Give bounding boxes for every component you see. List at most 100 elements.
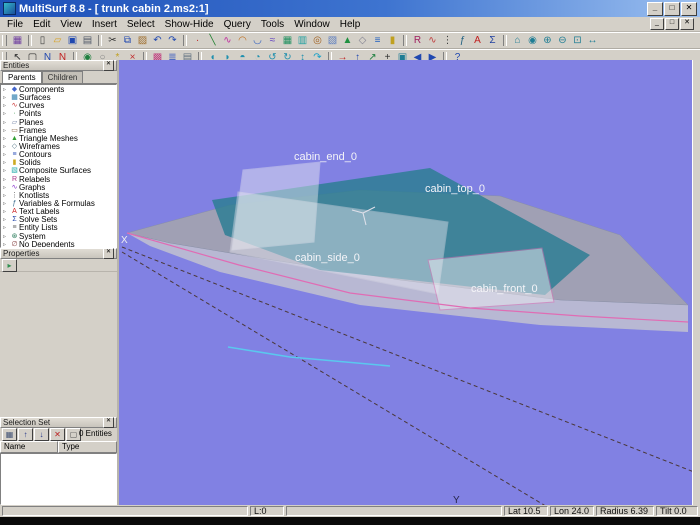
solve-set-icon[interactable]: Σ	[485, 34, 500, 47]
cabin-front-label[interactable]: cabin_front_0	[471, 283, 538, 295]
menu-item[interactable]: Help	[335, 18, 366, 31]
selection-list[interactable]	[0, 453, 117, 505]
entity-type-icon: ⋮	[10, 192, 19, 200]
expander-icon[interactable]: ▹	[3, 151, 10, 159]
expander-icon[interactable]: ▹	[3, 241, 10, 248]
save-icon[interactable]: ▣	[65, 34, 80, 47]
expander-icon[interactable]: ▹	[3, 94, 10, 102]
helix-icon[interactable]: ≈	[265, 34, 280, 47]
tree-item[interactable]: ▹ ∅ No Dependents	[1, 241, 116, 248]
column-header-type[interactable]: Type	[58, 441, 117, 453]
entity-type-icon: ≡	[10, 151, 19, 159]
selection-set-close-icon[interactable]: ✕	[103, 417, 114, 428]
revolution-surface-icon[interactable]: ◎	[310, 34, 325, 47]
expander-icon[interactable]: ▹	[3, 208, 10, 216]
menu-item[interactable]: Query	[219, 18, 256, 31]
expander-icon[interactable]: ▹	[3, 176, 10, 184]
expander-icon[interactable]: ▹	[3, 200, 10, 208]
ruled-surface-icon[interactable]: ▥	[295, 34, 310, 47]
graph-icon[interactable]: ∿	[425, 34, 440, 47]
zoom-out-icon[interactable]: ⊖	[555, 34, 570, 47]
entities-close-icon[interactable]: ✕	[103, 60, 114, 71]
redo-icon[interactable]: ↷	[165, 34, 180, 47]
eye-icon[interactable]: ◉	[525, 34, 540, 47]
properties-pin-icon[interactable]: ▸	[2, 259, 17, 272]
expander-icon[interactable]: ▹	[3, 86, 10, 94]
mdi-minimize-button[interactable]: _	[650, 18, 664, 30]
status-bar: L:0 Lat 10.5 Lon 24.0 Radius 6.39 Tilt 0…	[0, 505, 700, 517]
blend-surface-icon[interactable]: ▧	[325, 34, 340, 47]
menu-item[interactable]: View	[55, 18, 87, 31]
knotlist-icon[interactable]: ⋮	[440, 34, 455, 47]
maximize-button[interactable]: □	[664, 2, 680, 16]
expander-icon[interactable]: ▹	[3, 184, 10, 192]
ccurve-icon[interactable]: ◠	[235, 34, 250, 47]
solid-icon[interactable]: ▮	[385, 34, 400, 47]
zoom-window-icon[interactable]: ⊡	[570, 34, 585, 47]
remove-icon[interactable]: ✕	[50, 428, 65, 441]
expander-icon[interactable]: ▹	[3, 119, 10, 127]
paste-icon[interactable]: ▨	[135, 34, 150, 47]
mdi-restore-button[interactable]: □	[665, 18, 679, 30]
close-button[interactable]: ✕	[681, 2, 697, 16]
properties-close-icon[interactable]: ✕	[103, 248, 114, 259]
minimize-button[interactable]: _	[647, 2, 663, 16]
tab-parents[interactable]: Parents	[2, 71, 42, 83]
arc-icon[interactable]: ◡	[250, 34, 265, 47]
expander-icon[interactable]: ▹	[3, 110, 10, 118]
selection-list-icon[interactable]: ▦	[2, 428, 17, 441]
menu-item[interactable]: Insert	[87, 18, 122, 31]
move-down-icon[interactable]: ↓	[34, 428, 49, 441]
expander-icon[interactable]: ▹	[3, 159, 10, 167]
screen-bottom-strip	[0, 517, 700, 525]
menu-item[interactable]: Edit	[28, 18, 55, 31]
pan-icon[interactable]: ↔	[585, 34, 600, 47]
home-view-icon[interactable]: ⌂	[510, 34, 525, 47]
zoom-in-icon[interactable]: ⊕	[540, 34, 555, 47]
menu-item[interactable]: Window	[289, 18, 335, 31]
surface-icon[interactable]: ▦	[280, 34, 295, 47]
open-folder-icon[interactable]: ▱	[50, 34, 65, 47]
new-file-icon[interactable]: ▯	[35, 34, 50, 47]
line-icon[interactable]: ╲	[205, 34, 220, 47]
cut-icon[interactable]: ✂	[105, 34, 120, 47]
tree-item-label: No Dependents	[19, 241, 75, 248]
menu-item[interactable]: Show-Hide	[160, 18, 219, 31]
menu-item[interactable]: Select	[122, 18, 160, 31]
entity-grid-icon[interactable]: ▦	[10, 34, 25, 47]
expander-icon[interactable]: ▹	[3, 102, 10, 110]
expander-icon[interactable]: ▹	[3, 127, 10, 135]
selection-column-headers: Name Type	[0, 441, 117, 453]
tab-children[interactable]: Children	[42, 71, 84, 83]
text-label-icon[interactable]: A	[470, 34, 485, 47]
contour-icon[interactable]: ≡	[370, 34, 385, 47]
mdi-close-button[interactable]: ✕	[680, 18, 694, 30]
point-icon[interactable]: ∙	[190, 34, 205, 47]
expander-icon[interactable]: ▹	[3, 224, 10, 232]
cabin-side-label[interactable]: cabin_side_0	[295, 252, 360, 264]
expander-icon[interactable]: ▹	[3, 167, 10, 175]
viewport-3d[interactable]: cabin_end_0 cabin_top_0 cabin_side_0 cab…	[119, 60, 692, 505]
viewport-canvas[interactable]: cabin_end_0 cabin_top_0 cabin_side_0 cab…	[119, 60, 692, 505]
expander-icon[interactable]: ▹	[3, 192, 10, 200]
menu-item[interactable]: File	[2, 18, 28, 31]
column-header-name[interactable]: Name	[0, 441, 58, 453]
cabin-end-surface[interactable]	[232, 162, 320, 250]
cabin-end-label[interactable]: cabin_end_0	[294, 151, 357, 163]
cabin-top-label[interactable]: cabin_top_0	[425, 183, 485, 195]
wireframe-icon[interactable]: ◇	[355, 34, 370, 47]
toolbar-grip[interactable]	[2, 35, 7, 46]
bcurve-icon[interactable]: ∿	[220, 34, 235, 47]
formula-icon[interactable]: ƒ	[455, 34, 470, 47]
mesh-icon[interactable]: ▲	[340, 34, 355, 47]
expander-icon[interactable]: ▹	[3, 143, 10, 151]
print-icon[interactable]: ▤	[80, 34, 95, 47]
menu-item[interactable]: Tools	[256, 18, 289, 31]
relabel-icon[interactable]: R	[410, 34, 425, 47]
undo-icon[interactable]: ↶	[150, 34, 165, 47]
expander-icon[interactable]: ▹	[3, 233, 10, 241]
copy-icon[interactable]: ⧉	[120, 34, 135, 47]
move-up-icon[interactable]: ↑	[18, 428, 33, 441]
expander-icon[interactable]: ▹	[3, 216, 10, 224]
expander-icon[interactable]: ▹	[3, 135, 10, 143]
